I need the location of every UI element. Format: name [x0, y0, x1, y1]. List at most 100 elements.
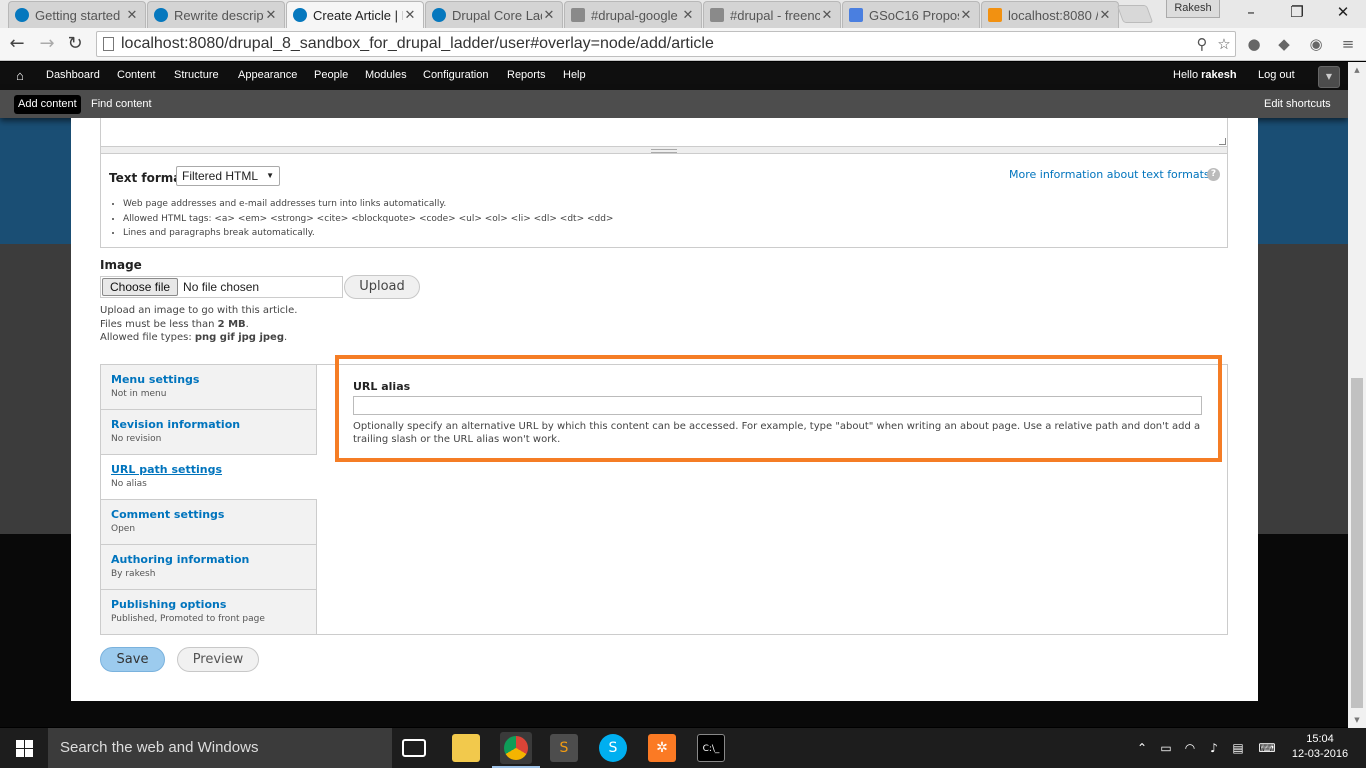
body-textarea[interactable] [100, 118, 1228, 148]
bookmark-star-icon[interactable]: ☆ [1213, 35, 1235, 53]
keyboard-icon[interactable]: ⌨ [1256, 740, 1278, 756]
vertical-tab-summary: Published, Promoted to front page [111, 614, 265, 624]
menu-appearance[interactable]: Appearance [238, 62, 297, 90]
url-text[interactable]: localhost:8080/drupal_8_sandbox_for_drup… [121, 35, 1191, 53]
vertical-tab-publishing-options[interactable]: Publishing options Published, Promoted t… [101, 590, 316, 635]
browser-tab[interactable]: #drupal - freenc ✕ [703, 1, 841, 28]
vertical-tab-title[interactable]: Revision information [111, 418, 316, 431]
chrome-menu-icon[interactable]: ≡ [1338, 34, 1358, 54]
scroll-down-icon[interactable]: ▼ [1348, 712, 1366, 728]
toggle-shortcuts-button[interactable]: ▼ [1318, 66, 1340, 88]
vertical-tab-title[interactable]: URL path settings [111, 463, 317, 476]
notifications-icon[interactable]: ▤ [1230, 740, 1246, 756]
textarea-grippie[interactable] [100, 146, 1228, 154]
vertical-tab-revision-information[interactable]: Revision information No revision [101, 410, 316, 455]
menu-configuration[interactable]: Configuration [423, 62, 488, 90]
extension-icon[interactable]: ◆ [1274, 34, 1294, 54]
menu-modules[interactable]: Modules [365, 62, 407, 90]
vertical-tab-menu-settings[interactable]: Menu settings Not in menu [101, 365, 316, 410]
vertical-tab-comment-settings[interactable]: Comment settings Open [101, 500, 316, 545]
back-icon[interactable]: ← [6, 32, 28, 56]
browser-tab[interactable]: Drupal Core Lad ✕ [425, 1, 563, 28]
close-icon[interactable]: ✕ [1098, 7, 1112, 23]
close-icon[interactable]: ✕ [820, 7, 834, 23]
zoom-icon[interactable]: ⚲ [1191, 35, 1213, 53]
text-format-select[interactable]: Filtered HTML ▼ [176, 166, 280, 186]
xampp-icon[interactable]: ✲ [648, 734, 676, 762]
username[interactable]: rakesh [1201, 69, 1236, 81]
save-button[interactable]: Save [100, 647, 165, 672]
close-icon[interactable]: ✕ [681, 7, 695, 23]
menu-reports[interactable]: Reports [507, 62, 546, 90]
menu-dashboard[interactable]: Dashboard [46, 62, 100, 90]
address-bar[interactable]: localhost:8080/drupal_8_sandbox_for_drup… [96, 31, 1236, 57]
vertical-tab-title[interactable]: Comment settings [111, 508, 316, 521]
shortcut-find-content[interactable]: Find content [87, 95, 156, 114]
restore-icon[interactable]: ❐ [1274, 0, 1320, 26]
extension-icon[interactable]: ◉ [1306, 34, 1326, 54]
choose-file-button[interactable]: Choose file [102, 278, 179, 296]
menu-people[interactable]: People [314, 62, 348, 90]
task-view-icon[interactable] [402, 739, 426, 757]
profile-button[interactable]: Rakesh [1166, 0, 1220, 18]
network-device-icon[interactable]: ▭ [1158, 740, 1174, 756]
menu-help[interactable]: Help [563, 62, 586, 90]
logout-link[interactable]: Log out [1258, 62, 1295, 90]
text-format-help-link[interactable]: More information about text formats [1009, 168, 1210, 181]
windows-start-icon[interactable] [0, 728, 48, 768]
edit-shortcuts-link[interactable]: Edit shortcuts [1260, 95, 1335, 114]
extension-icon[interactable]: ● [1244, 34, 1264, 54]
vertical-tab-url-path-settings[interactable]: URL path settings No alias [101, 455, 317, 500]
forward-icon[interactable]: → [36, 32, 58, 56]
close-icon[interactable]: ✕ [959, 7, 973, 23]
upload-button[interactable]: Upload [344, 275, 420, 299]
tab-title: localhost:8080 / [1008, 7, 1098, 23]
scroll-up-icon[interactable]: ▲ [1348, 62, 1366, 78]
browser-tab[interactable]: localhost:8080 / ✕ [981, 1, 1119, 28]
menu-content[interactable]: Content [117, 62, 156, 90]
browser-tab[interactable]: Rewrite descript ✕ [147, 1, 285, 28]
logo-pane [16, 740, 24, 748]
close-window-icon[interactable]: ✕ [1320, 0, 1366, 26]
drupal-drop-icon [293, 8, 307, 22]
image-file-input[interactable]: Choose file No file chosen [100, 276, 343, 298]
vertical-tab-authoring-information[interactable]: Authoring information By rakesh [101, 545, 316, 590]
close-icon[interactable]: ✕ [403, 7, 417, 23]
scrollbar-thumb[interactable] [1351, 378, 1363, 708]
system-clock[interactable]: 15:04 12-03-2016 [1284, 732, 1356, 762]
vertical-tab-title[interactable]: Authoring information [111, 553, 316, 566]
browser-tab-active[interactable]: Create Article | I ✕ [286, 1, 424, 28]
preview-button[interactable]: Preview [177, 647, 259, 672]
reload-icon[interactable]: ↻ [64, 32, 86, 56]
tab-title: Drupal Core Lad [452, 7, 542, 23]
browser-tab[interactable]: #drupal-google ✕ [564, 1, 702, 28]
command-prompt-icon[interactable]: C:\_ [697, 734, 725, 762]
close-icon[interactable]: ✕ [542, 7, 556, 23]
browser-tab[interactable]: GSoC16 Propos ✕ [842, 1, 980, 28]
volume-icon[interactable]: ♪ [1206, 740, 1222, 756]
sublime-text-icon[interactable]: S [550, 734, 578, 762]
close-icon[interactable]: ✕ [125, 7, 139, 23]
close-icon[interactable]: ✕ [264, 7, 278, 23]
allowed-types-value: png gif jpg jpeg [194, 332, 284, 343]
logo-pane [25, 749, 33, 757]
chevron-up-icon[interactable]: ⌃ [1134, 740, 1150, 756]
minimize-icon[interactable]: – [1228, 0, 1274, 26]
phpmyadmin-icon [988, 8, 1002, 22]
vertical-tab-title[interactable]: Menu settings [111, 373, 316, 386]
help-icon[interactable]: ? [1207, 168, 1220, 181]
file-explorer-icon[interactable] [452, 734, 480, 762]
vertical-tab-title[interactable]: Publishing options [111, 598, 316, 611]
page-scrollbar[interactable]: ▲ ▼ [1348, 62, 1366, 728]
shortcut-add-content[interactable]: Add content [14, 95, 81, 114]
skype-icon[interactable]: S [599, 734, 627, 762]
chrome-taskbar-icon[interactable] [500, 732, 532, 764]
taskbar-search-box[interactable]: Search the web and Windows [48, 728, 392, 768]
page-icon [103, 37, 114, 51]
wifi-icon[interactable]: ◠ [1182, 740, 1198, 756]
browser-tab[interactable]: Getting started ✕ [8, 1, 146, 28]
new-tab-button[interactable] [1116, 5, 1154, 23]
home-icon[interactable]: ⌂ [16, 62, 24, 90]
resize-handle-icon[interactable] [1219, 138, 1226, 145]
menu-structure[interactable]: Structure [174, 62, 219, 90]
